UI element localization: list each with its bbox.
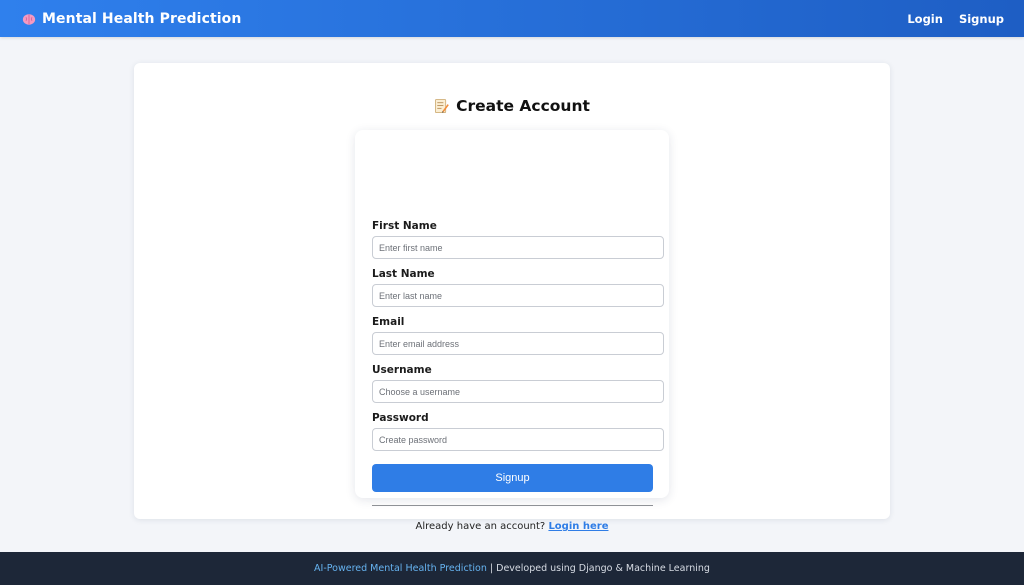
nav-links: Login Signup	[907, 12, 1004, 26]
footer: AI-Powered Mental Health Prediction | De…	[0, 552, 1024, 585]
username-input[interactable]	[372, 380, 664, 403]
username-label: Username	[372, 364, 432, 376]
login-here-link[interactable]: Login here	[548, 521, 608, 532]
footer-rest-text: Developed using Django & Machine Learnin…	[496, 563, 710, 574]
password-input[interactable]	[372, 428, 664, 451]
last-name-input[interactable]	[372, 284, 664, 307]
first-name-label: First Name	[372, 220, 437, 232]
main-card: Create Account First Name Last Name Emai…	[134, 63, 890, 532]
top-navbar: Mental Health Prediction Login Signup	[0, 0, 1024, 37]
page-title-text: Create Account	[456, 97, 590, 115]
email-label: Email	[372, 316, 405, 328]
footer-accent-text: AI-Powered Mental Health Prediction	[314, 563, 487, 574]
last-name-label: Last Name	[372, 268, 435, 280]
login-prompt-text: Already have an account?	[415, 521, 546, 532]
brand-title: Mental Health Prediction	[42, 10, 242, 27]
signup-button[interactable]: Signup	[372, 464, 653, 492]
footer-separator: |	[486, 563, 497, 574]
brand[interactable]: Mental Health Prediction	[22, 11, 241, 27]
email-input[interactable]	[372, 332, 664, 355]
first-name-input[interactable]	[372, 236, 664, 259]
password-label: Password	[372, 412, 429, 424]
memo-icon	[435, 99, 449, 113]
nav-signup-link[interactable]: Signup	[959, 12, 1004, 26]
login-prompt: Already have an account? Login here	[355, 521, 669, 532]
signup-form: First Name Last Name Email Username Pass…	[355, 130, 669, 532]
nav-login-link[interactable]: Login	[907, 12, 943, 26]
form-divider	[372, 505, 653, 506]
brain-icon	[22, 13, 36, 25]
page-title: Create Account	[134, 97, 890, 115]
